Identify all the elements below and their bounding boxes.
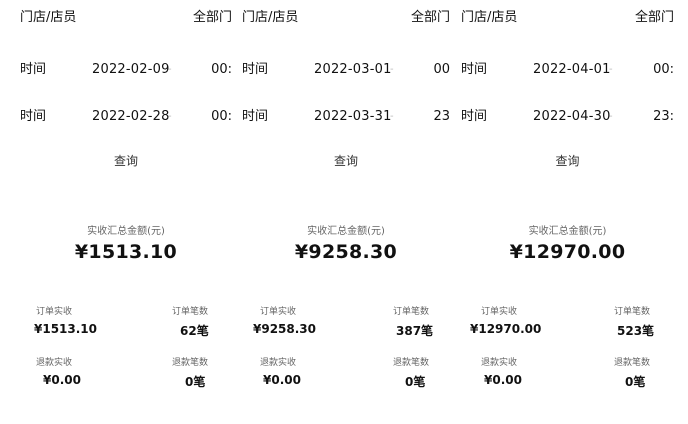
store-filter-value[interactable]: 全部门	[635, 7, 674, 29]
total-amount-label: 实收汇总金额(元)	[87, 226, 165, 237]
start-date-field[interactable]: 2022-03-01	[314, 59, 392, 81]
query-button[interactable]: 查询	[461, 152, 674, 169]
refund-count-value: 0笔	[185, 375, 206, 389]
order-count-label: 订单笔数	[393, 307, 430, 317]
refund-count-label: 退款笔数	[393, 358, 430, 368]
start-date-field[interactable]: 2022-02-09	[92, 59, 170, 81]
store-filter-value[interactable]: 全部门	[411, 7, 450, 29]
store-filter-label: 门店/店员	[242, 10, 299, 25]
order-income-label: 订单实收	[481, 307, 518, 317]
order-count-value: 62笔	[180, 324, 209, 338]
order-count-label: 订单笔数	[614, 307, 651, 317]
order-count-label: 订单笔数	[172, 307, 209, 317]
total-amount-value: ¥12970.00	[509, 241, 626, 263]
start-time-label: 时间	[20, 62, 47, 77]
order-income-value: ¥12970.00	[470, 322, 542, 336]
refund-income-label: 退款实收	[260, 358, 297, 368]
order-income-value: ¥1513.10	[34, 322, 98, 336]
start-time-field[interactable]: 00	[433, 59, 450, 81]
start-time-label: 时间	[242, 62, 269, 77]
refund-income-label: 退款实收	[481, 358, 518, 368]
end-date-field[interactable]: 2022-04-30	[533, 106, 611, 128]
start-date-field[interactable]: 2022-04-01	[533, 59, 611, 81]
store-filter-row[interactable]: 门店/店员 全部门	[461, 7, 674, 29]
end-date-field[interactable]: 2022-02-28	[92, 106, 170, 128]
order-income-label: 订单实收	[260, 307, 297, 317]
refund-count-label: 退款笔数	[614, 358, 651, 368]
report-panel-april: 门店/店员 全部门 时间 2022-04-01 - 00: 时间 2022-04…	[461, 0, 674, 424]
end-time-row[interactable]: 时间 2022-04-30 - 23:	[461, 106, 674, 128]
end-date-field[interactable]: 2022-03-31	[314, 106, 392, 128]
total-amount-value: ¥9258.30	[294, 241, 398, 263]
store-filter-row[interactable]: 门店/店员 全部门	[20, 7, 232, 29]
refund-count-value: 0笔	[405, 375, 426, 389]
store-filter-label: 门店/店员	[461, 10, 518, 25]
start-time-field[interactable]: 00:	[211, 59, 232, 81]
end-time-row[interactable]: 时间 2022-02-28 - 00:	[20, 106, 232, 128]
start-time-label: 时间	[461, 62, 488, 77]
order-count-value: 523笔	[617, 324, 655, 338]
query-button[interactable]: 查询	[20, 152, 232, 169]
end-time-label: 时间	[242, 109, 269, 124]
start-time-row[interactable]: 时间 2022-02-09 - 00:	[20, 59, 232, 81]
refund-income-label: 退款实收	[36, 358, 73, 368]
refund-income-value: ¥0.00	[43, 373, 81, 387]
end-time-field[interactable]: 00:	[211, 106, 232, 128]
separator: -	[609, 111, 613, 122]
report-panel-march: 门店/店员 全部门 时间 2022-03-01 - 00 时间 2022-03-…	[242, 0, 450, 424]
refund-income-value: ¥0.00	[484, 373, 522, 387]
start-time-field[interactable]: 00:	[653, 59, 674, 81]
separator: -	[609, 64, 613, 75]
total-amount-label: 实收汇总金额(元)	[307, 226, 385, 237]
refund-income-value: ¥0.00	[263, 373, 301, 387]
store-filter-row[interactable]: 门店/店员 全部门	[242, 7, 450, 29]
order-income-label: 订单实收	[36, 307, 73, 317]
separator: -	[168, 64, 172, 75]
end-time-label: 时间	[461, 109, 488, 124]
end-time-label: 时间	[20, 109, 47, 124]
store-filter-label: 门店/店员	[20, 10, 77, 25]
refund-count-label: 退款笔数	[172, 358, 209, 368]
query-button[interactable]: 查询	[242, 152, 450, 169]
order-count-value: 387笔	[396, 324, 434, 338]
separator: -	[390, 111, 394, 122]
total-amount-value: ¥1513.10	[74, 241, 178, 263]
total-amount-label: 实收汇总金额(元)	[528, 226, 607, 237]
end-time-field[interactable]: 23:	[653, 106, 674, 128]
report-panel-february: 门店/店员 全部门 时间 2022-02-09 - 00: 时间 2022-02…	[20, 0, 232, 424]
store-filter-value[interactable]: 全部门	[193, 7, 232, 29]
end-time-field[interactable]: 23	[433, 106, 450, 128]
refund-count-value: 0笔	[625, 375, 646, 389]
order-income-value: ¥9258.30	[253, 322, 317, 336]
separator: -	[168, 111, 172, 122]
separator: -	[390, 64, 394, 75]
start-time-row[interactable]: 时间 2022-04-01 - 00:	[461, 59, 674, 81]
end-time-row[interactable]: 时间 2022-03-31 - 23	[242, 106, 450, 128]
start-time-row[interactable]: 时间 2022-03-01 - 00	[242, 59, 450, 81]
